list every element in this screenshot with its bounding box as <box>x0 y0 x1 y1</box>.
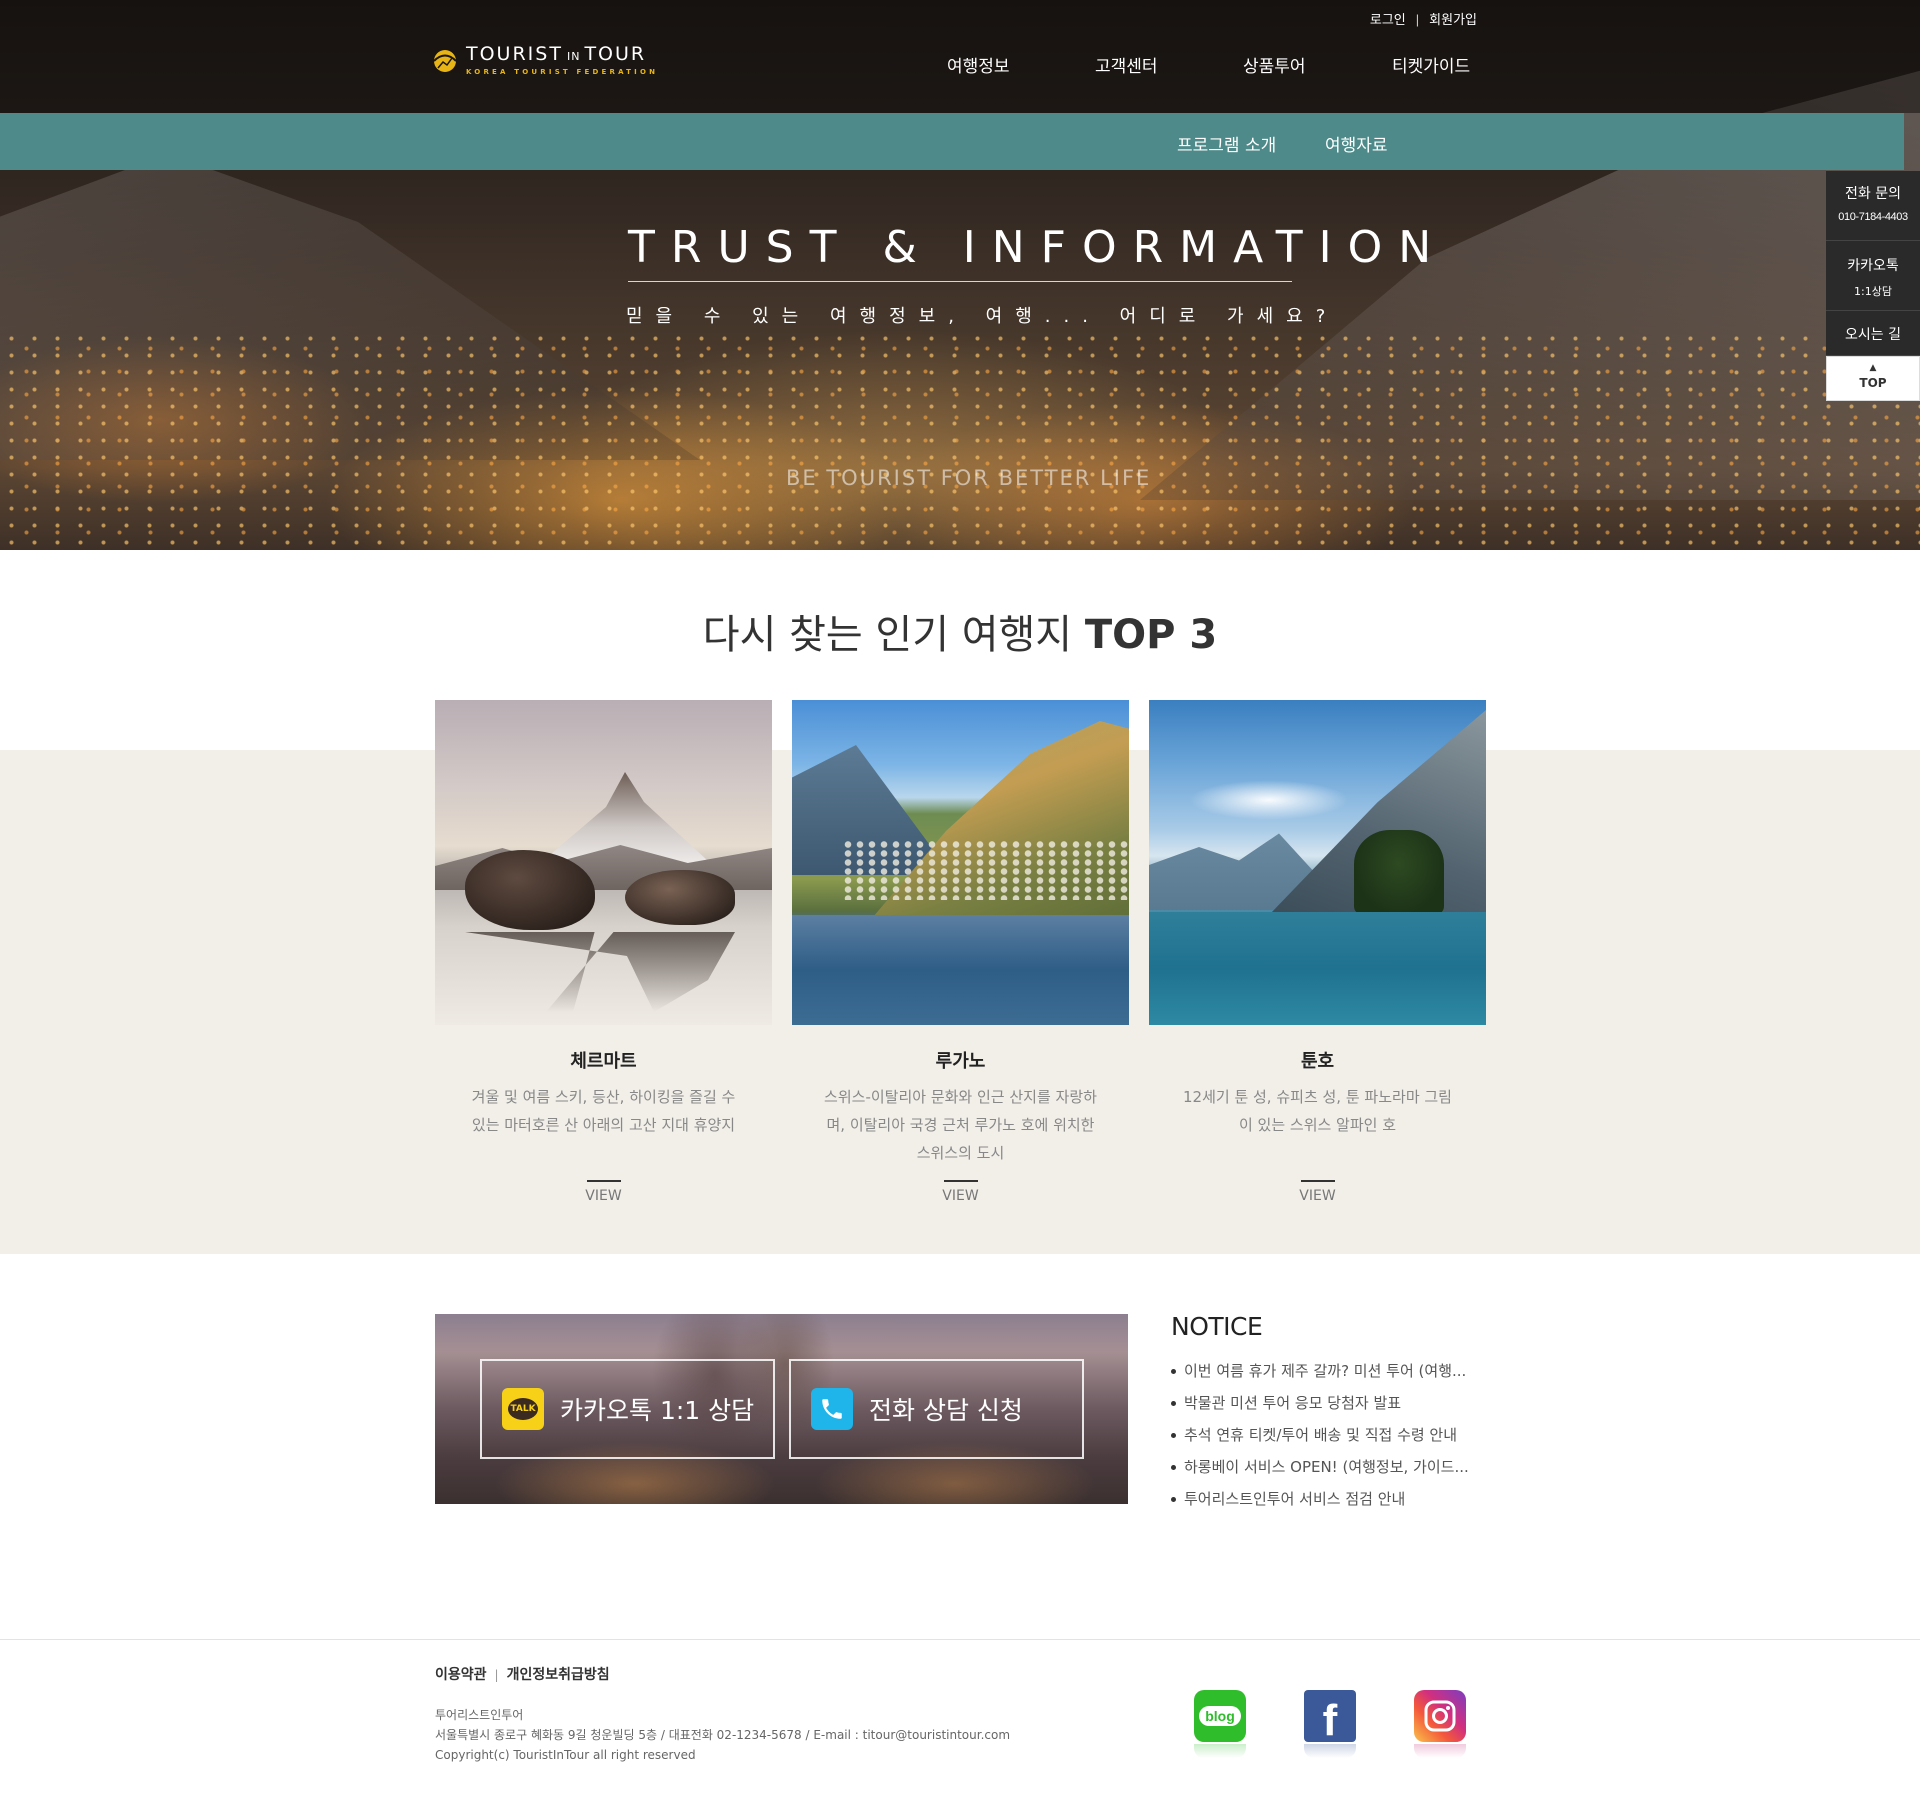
quick-phone-label: 전화 문의 <box>1845 186 1901 202</box>
kakao-consult-label: 카카오톡 1:1 상담 <box>560 1396 755 1425</box>
copyright: Copyright(c) TouristInTour all right res… <box>435 1748 696 1762</box>
kakaotalk-icon: TALK <box>502 1388 544 1430</box>
destination-card-zermatt[interactable]: 체르마트 겨울 및 여름 스키, 등산, 하이킹을 즐길 수 있는 마터호른 산… <box>435 700 772 1204</box>
utility-nav: 로그인 | 회원가입 <box>1370 9 1477 28</box>
consult-banner: TALK 카카오톡 1:1 상담 전화 상담 신청 <box>435 1314 1128 1504</box>
notice-item[interactable]: 하롱베이 서비스 OPEN! (여행정보, 가이드... <box>1171 1451 1491 1483</box>
photo-cloud <box>1189 780 1349 820</box>
logo-title: TOURIST IN TOUR <box>466 43 647 65</box>
kakao-consult-button[interactable]: TALK 카카오톡 1:1 상담 <box>480 1359 775 1459</box>
nav-item-product-tour[interactable]: 상품투어 <box>1243 52 1306 77</box>
nav-item-travel-info[interactable]: 여행정보 <box>947 52 1010 77</box>
privacy-link[interactable]: 개인정보취급방침 <box>507 1667 610 1683</box>
nav-item-customer-center[interactable]: 고객센터 <box>1095 52 1158 77</box>
subnav-item-materials[interactable]: 여행자료 <box>1325 131 1388 156</box>
facebook-icon: f <box>1304 1690 1356 1745</box>
phone-icon <box>811 1388 853 1430</box>
subnav-item-program[interactable]: 프로그램 소개 <box>1177 131 1276 156</box>
nav-item-ticket-guide[interactable]: 티켓가이드 <box>1392 52 1470 77</box>
signup-link[interactable]: 회원가입 <box>1429 9 1477 28</box>
hero-banner: TOURIST IN TOUR KOREA TOURIST FEDERATION 로… <box>0 0 1920 550</box>
photo-trees <box>1354 830 1444 915</box>
notice-item[interactable]: 박물관 미션 투어 응모 당첨자 발표 <box>1171 1387 1491 1419</box>
destination-desc: 12세기 툰 성, 슈피츠 성, 툰 파노라마 그림이 있는 스위스 알파인 호 <box>1182 1088 1452 1134</box>
terms-link[interactable]: 이용약관 <box>435 1667 487 1683</box>
instagram-icon-reflection <box>1414 1744 1466 1758</box>
phone-consult-button[interactable]: 전화 상담 신청 <box>789 1359 1084 1459</box>
destination-name: 루가노 <box>935 1051 986 1072</box>
photo-lake <box>1149 912 1486 1025</box>
facebook-icon-reflection <box>1304 1744 1356 1758</box>
sub-nav: 프로그램 소개 여행자료 <box>0 113 1904 170</box>
destination-card-lugano[interactable]: 루가노 스위스-이탈리아 문화와 인근 산지를 자랑하며, 이탈리아 국경 근처… <box>792 700 1129 1204</box>
section-title-top3: 다시 찾는 인기 여행지 TOP 3 <box>702 612 1218 658</box>
destination-photo[interactable] <box>435 700 772 1025</box>
blog-icon-reflection <box>1194 1744 1246 1758</box>
footer-info: 투어리스트인투어 서울특별시 종로구 혜화동 9길 청운빌딩 5층 / 대표전화… <box>435 1705 1010 1765</box>
arrow-up-icon: ▲ <box>1869 363 1877 373</box>
site-logo[interactable]: TOURIST IN TOUR KOREA TOURIST FEDERATION <box>430 43 690 80</box>
destination-name: 체르마트 <box>570 1051 637 1072</box>
notice-panel: NOTICE 이번 여름 휴가 제주 갈까? 미션 투어 (여행... 박물관 … <box>1171 1312 1491 1515</box>
notice-item[interactable]: 이번 여름 휴가 제주 갈까? 미션 투어 (여행... <box>1171 1355 1491 1387</box>
scroll-top-button[interactable]: ▲ TOP <box>1826 356 1920 401</box>
destination-name: 툰호 <box>1300 1051 1335 1072</box>
scroll-top-label: TOP <box>1859 376 1887 390</box>
blog-icon: blog <box>1194 1690 1246 1742</box>
login-link[interactable]: 로그인 <box>1370 9 1406 28</box>
footer-divider <box>0 1639 1920 1640</box>
notice-item[interactable]: 추석 연휴 티켓/투어 배송 및 직접 수령 안내 <box>1171 1419 1491 1451</box>
quick-kakao[interactable]: 카카오톡 1:1상담 <box>1826 241 1920 311</box>
footer-links: 이용약관 | 개인정보취급방침 <box>435 1664 610 1684</box>
hero-tagline: BE TOURIST FOR BETTER LIFE <box>786 466 1152 490</box>
quick-directions[interactable]: 오시는 길 <box>1826 311 1920 356</box>
destination-desc: 스위스-이탈리아 문화와 인근 산지를 자랑하며, 이탈리아 국경 근처 루가노… <box>824 1088 1097 1162</box>
view-link[interactable]: VIEW <box>792 1180 1129 1204</box>
company-name: 투어리스트인투어 <box>435 1708 524 1722</box>
util-separator: | <box>1415 12 1420 27</box>
quick-kakao-sub: 1:1상담 <box>1854 285 1892 298</box>
notice-list: 이번 여름 휴가 제주 갈까? 미션 투어 (여행... 박물관 미션 투어 응… <box>1171 1355 1491 1515</box>
quick-phone[interactable]: 전화 문의 010-7184-4403 <box>1826 171 1920 241</box>
photo-rock <box>625 870 735 925</box>
destination-card-thun[interactable]: 툰호 12세기 툰 성, 슈피츠 성, 툰 파노라마 그림이 있는 스위스 알파… <box>1149 700 1486 1204</box>
logo-globe-icon <box>433 50 457 72</box>
destination-photo[interactable] <box>1149 700 1486 1025</box>
photo-reflection <box>465 932 735 1012</box>
instagram-icon <box>1414 1690 1466 1742</box>
instagram-link[interactable] <box>1414 1690 1466 1758</box>
phone-consult-label: 전화 상담 신청 <box>869 1396 1023 1425</box>
notice-item[interactable]: 투어리스트인투어 서비스 점검 안내 <box>1171 1483 1491 1515</box>
blog-link[interactable]: blog <box>1194 1690 1246 1758</box>
quick-menu: 전화 문의 010-7184-4403 카카오톡 1:1상담 오시는 길 ▲ T… <box>1826 171 1920 401</box>
hero-town-lights <box>0 330 1920 550</box>
notice-title[interactable]: NOTICE <box>1171 1312 1491 1341</box>
view-link[interactable]: VIEW <box>435 1180 772 1204</box>
photo-lake <box>792 915 1129 1025</box>
destination-desc: 겨울 및 여름 스키, 등산, 하이킹을 즐길 수 있는 마터호른 산 아래의 … <box>471 1088 736 1134</box>
hero-subtitle: 믿을 수 있는 여행정보, 여행... 어디로 가세요? <box>626 306 1339 327</box>
company-address: 서울특별시 종로구 혜화동 9길 청운빌딩 5층 / 대표전화 02-1234-… <box>435 1728 1011 1742</box>
facebook-link[interactable]: f <box>1304 1690 1356 1758</box>
quick-phone-number: 010-7184-4403 <box>1838 211 1908 223</box>
destination-photo[interactable] <box>792 700 1129 1025</box>
logo-subtitle: KOREA TOURIST FEDERATION <box>466 68 659 76</box>
view-link[interactable]: VIEW <box>1149 1180 1486 1204</box>
footer-separator: | <box>494 1668 499 1682</box>
hero-title: TRUST & INFORMATION <box>628 222 1431 282</box>
quick-kakao-label: 카카오톡 <box>1847 258 1899 274</box>
photo-town <box>842 840 1129 900</box>
